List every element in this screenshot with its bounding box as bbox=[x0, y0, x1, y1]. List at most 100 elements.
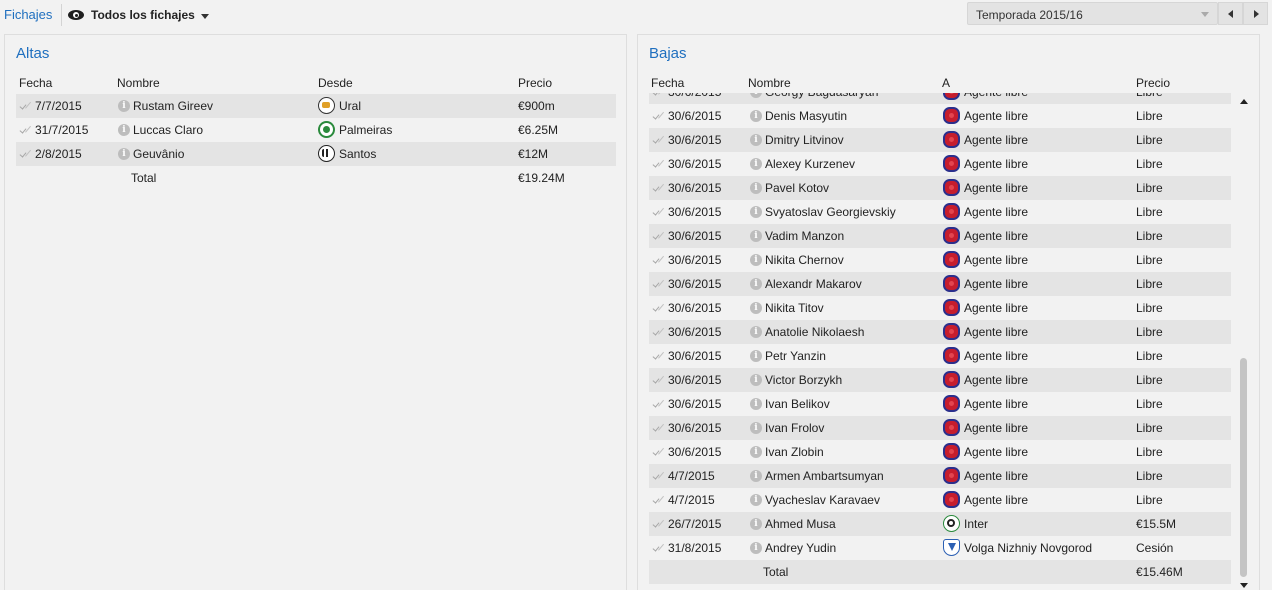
table-row[interactable]: 30/6/2015 i Alexandr Makarov Agente libre Li… bbox=[649, 272, 1231, 296]
club-name[interactable]: Agente libre bbox=[964, 229, 1028, 243]
info-icon[interactable]: i bbox=[750, 518, 762, 530]
player-name[interactable]: Ivan Frolov bbox=[765, 421, 824, 435]
club-name[interactable]: Agente libre bbox=[964, 93, 1028, 99]
club-name[interactable]: Inter bbox=[964, 517, 988, 531]
info-icon[interactable]: i bbox=[118, 100, 130, 112]
altas-header-price[interactable]: Precio bbox=[518, 76, 552, 90]
bajas-scrollbar[interactable] bbox=[1237, 91, 1251, 590]
season-select[interactable]: Temporada 2015/16 bbox=[967, 2, 1218, 25]
player-name[interactable]: Armen Ambartsumyan bbox=[765, 469, 884, 483]
player-name[interactable]: Dmitry Litvinov bbox=[765, 133, 844, 147]
player-name[interactable]: Svyatoslav Georgievskiy bbox=[765, 205, 896, 219]
info-icon[interactable]: i bbox=[750, 302, 762, 314]
table-row[interactable]: 30/6/2015 i Victor Borzykh Agente libre Libr… bbox=[649, 368, 1231, 392]
info-icon[interactable]: i bbox=[750, 446, 762, 458]
table-row[interactable]: 7/7/2015 i Rustam Gireev Ural €900m bbox=[16, 94, 616, 118]
table-row[interactable]: 30/6/2015 i Anatolie Nikolaesh Agente libre… bbox=[649, 320, 1231, 344]
bajas-header-name[interactable]: Nombre bbox=[748, 76, 791, 90]
player-name[interactable]: Petr Yanzin bbox=[765, 349, 826, 363]
player-name[interactable]: Vyacheslav Karavaev bbox=[765, 493, 880, 507]
club-name[interactable]: Agente libre bbox=[964, 205, 1028, 219]
info-icon[interactable]: i bbox=[750, 494, 762, 506]
player-name[interactable]: Ahmed Musa bbox=[765, 517, 836, 531]
club-name[interactable]: Agente libre bbox=[964, 181, 1028, 195]
player-name[interactable]: Vadim Manzon bbox=[765, 229, 844, 243]
table-row[interactable]: 30/6/2015 i Alexey Kurzenev Agente libre Lib… bbox=[649, 152, 1231, 176]
fichajes-link[interactable]: Fichajes bbox=[4, 7, 52, 22]
info-icon[interactable]: i bbox=[750, 398, 762, 410]
table-row[interactable]: 4/7/2015 i Vyacheslav Karavaev Agente libre… bbox=[649, 488, 1231, 512]
table-row[interactable]: 30/6/2015 i Ivan Belikov Agente libre Libre bbox=[649, 392, 1231, 416]
scroll-track[interactable] bbox=[1240, 108, 1247, 578]
club-name[interactable]: Agente libre bbox=[964, 373, 1028, 387]
bajas-header-date[interactable]: Fecha bbox=[651, 76, 684, 90]
player-name[interactable]: Geuvânio bbox=[133, 147, 184, 161]
player-name[interactable]: Nikita Titov bbox=[765, 301, 824, 315]
info-icon[interactable]: i bbox=[750, 230, 762, 242]
player-name[interactable]: Alexey Kurzenev bbox=[765, 157, 855, 171]
player-name[interactable]: Anatolie Nikolaesh bbox=[765, 325, 864, 339]
info-icon[interactable]: i bbox=[750, 110, 762, 122]
scroll-thumb[interactable] bbox=[1240, 358, 1247, 577]
table-row[interactable]: 30/6/2015 i Pavel Kotov Agente libre Libre bbox=[649, 176, 1231, 200]
info-icon[interactable]: i bbox=[750, 158, 762, 170]
table-row[interactable]: 30/6/2015 i Nikita Titov Agente libre Libre bbox=[649, 296, 1231, 320]
player-name[interactable]: Luccas Claro bbox=[133, 123, 203, 137]
club-name[interactable]: Agente libre bbox=[964, 421, 1028, 435]
player-name[interactable]: Georgy Bagdasaryan bbox=[765, 93, 878, 99]
player-name[interactable]: Rustam Gireev bbox=[133, 99, 213, 113]
table-row[interactable]: 30/6/2015 i Nikita Chernov Agente libre Libr… bbox=[649, 248, 1231, 272]
altas-header-from[interactable]: Desde bbox=[318, 76, 353, 90]
club-name[interactable]: Agente libre bbox=[964, 133, 1028, 147]
club-name[interactable]: Agente libre bbox=[964, 445, 1028, 459]
next-season-button[interactable] bbox=[1243, 2, 1268, 25]
club-name[interactable]: Agente libre bbox=[964, 301, 1028, 315]
table-row[interactable]: 4/7/2015 i Armen Ambartsumyan Agente libre L… bbox=[649, 464, 1231, 488]
filter-dropdown[interactable]: Todos los fichajes bbox=[68, 6, 209, 24]
club-name[interactable]: Volga Nizhniy Novgorod bbox=[964, 541, 1092, 555]
info-icon[interactable]: i bbox=[750, 374, 762, 386]
info-icon[interactable]: i bbox=[118, 124, 130, 136]
table-row[interactable]: 31/8/2015 i Andrey Yudin Volga Nizhniy Novg… bbox=[649, 536, 1231, 560]
bajas-header-price[interactable]: Precio bbox=[1136, 76, 1170, 90]
table-row[interactable]: 2/8/2015 i Geuvânio Santos €12M bbox=[16, 142, 616, 166]
scroll-down-icon[interactable] bbox=[1240, 583, 1248, 588]
club-name[interactable]: Agente libre bbox=[964, 349, 1028, 363]
club-name[interactable]: Agente libre bbox=[964, 325, 1028, 339]
table-row[interactable]: 30/6/2015 i Vadim Manzon Agente libre Libre bbox=[649, 224, 1231, 248]
player-name[interactable]: Nikita Chernov bbox=[765, 253, 844, 267]
player-name[interactable]: Andrey Yudin bbox=[765, 541, 836, 555]
table-row[interactable]: 30/6/2015 i Ivan Zlobin Agente libre Libre bbox=[649, 440, 1231, 464]
altas-header-date[interactable]: Fecha bbox=[19, 76, 52, 90]
player-name[interactable]: Victor Borzykh bbox=[765, 373, 842, 387]
info-icon[interactable]: i bbox=[750, 278, 762, 290]
club-name[interactable]: Agente libre bbox=[964, 493, 1028, 507]
player-name[interactable]: Ivan Belikov bbox=[765, 397, 830, 411]
player-name[interactable]: Ivan Zlobin bbox=[765, 445, 824, 459]
club-name[interactable]: Santos bbox=[339, 147, 376, 161]
table-row[interactable]: 30/6/2015 i Petr Yanzin Agente libre Libre bbox=[649, 344, 1231, 368]
table-row[interactable]: 30/6/2015 iGeorgy Bagdasaryan Agente libre… bbox=[649, 93, 1231, 104]
player-name[interactable]: Denis Masyutin bbox=[765, 109, 847, 123]
club-name[interactable]: Ural bbox=[339, 99, 361, 113]
scroll-up-icon[interactable] bbox=[1240, 99, 1248, 104]
table-row[interactable]: 30/6/2015 i Dmitry Litvinov Agente libre Lib… bbox=[649, 128, 1231, 152]
club-name[interactable]: Agente libre bbox=[964, 109, 1028, 123]
bajas-header-to[interactable]: A bbox=[942, 76, 950, 90]
info-icon[interactable]: i bbox=[750, 422, 762, 434]
table-row[interactable]: 31/7/2015 i Luccas Claro Palmeiras €6.25M bbox=[16, 118, 616, 142]
club-name[interactable]: Agente libre bbox=[964, 157, 1028, 171]
info-icon[interactable]: i bbox=[750, 206, 762, 218]
info-icon[interactable]: i bbox=[750, 542, 762, 554]
club-name[interactable]: Agente libre bbox=[964, 397, 1028, 411]
club-name[interactable]: Agente libre bbox=[964, 253, 1028, 267]
info-icon[interactable]: i bbox=[118, 148, 130, 160]
club-name[interactable]: Palmeiras bbox=[339, 123, 392, 137]
prev-season-button[interactable] bbox=[1218, 2, 1243, 25]
info-icon[interactable]: i bbox=[750, 350, 762, 362]
player-name[interactable]: Pavel Kotov bbox=[765, 181, 829, 195]
info-icon[interactable]: i bbox=[750, 93, 762, 98]
club-name[interactable]: Agente libre bbox=[964, 277, 1028, 291]
info-icon[interactable]: i bbox=[750, 470, 762, 482]
player-name[interactable]: Alexandr Makarov bbox=[765, 277, 862, 291]
